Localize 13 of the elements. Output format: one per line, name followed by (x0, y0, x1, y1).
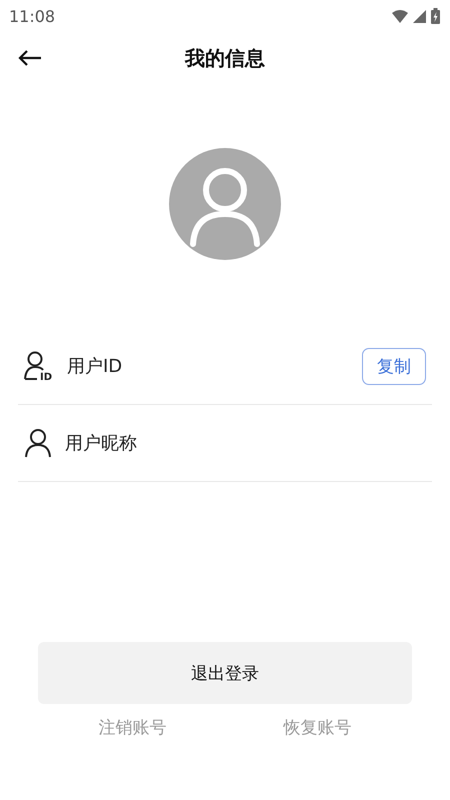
user-icon (23, 428, 53, 458)
row-label: 用户昵称 (65, 432, 138, 455)
logout-button[interactable]: 退出登录 (38, 642, 412, 704)
copy-button[interactable]: 复制 (362, 348, 426, 384)
page-title: 我的信息 (185, 44, 265, 72)
account-link[interactable]: 注销账号 (98, 716, 166, 800)
signal-icon (413, 10, 426, 22)
back-arrow-icon[interactable] (18, 49, 42, 67)
status-time: 11:08 (9, 6, 56, 26)
wifi-icon (392, 10, 408, 22)
account-link[interactable]: 恢复账号 (284, 716, 352, 800)
battery-icon (431, 8, 440, 24)
row-label: 用户ID (67, 355, 124, 378)
